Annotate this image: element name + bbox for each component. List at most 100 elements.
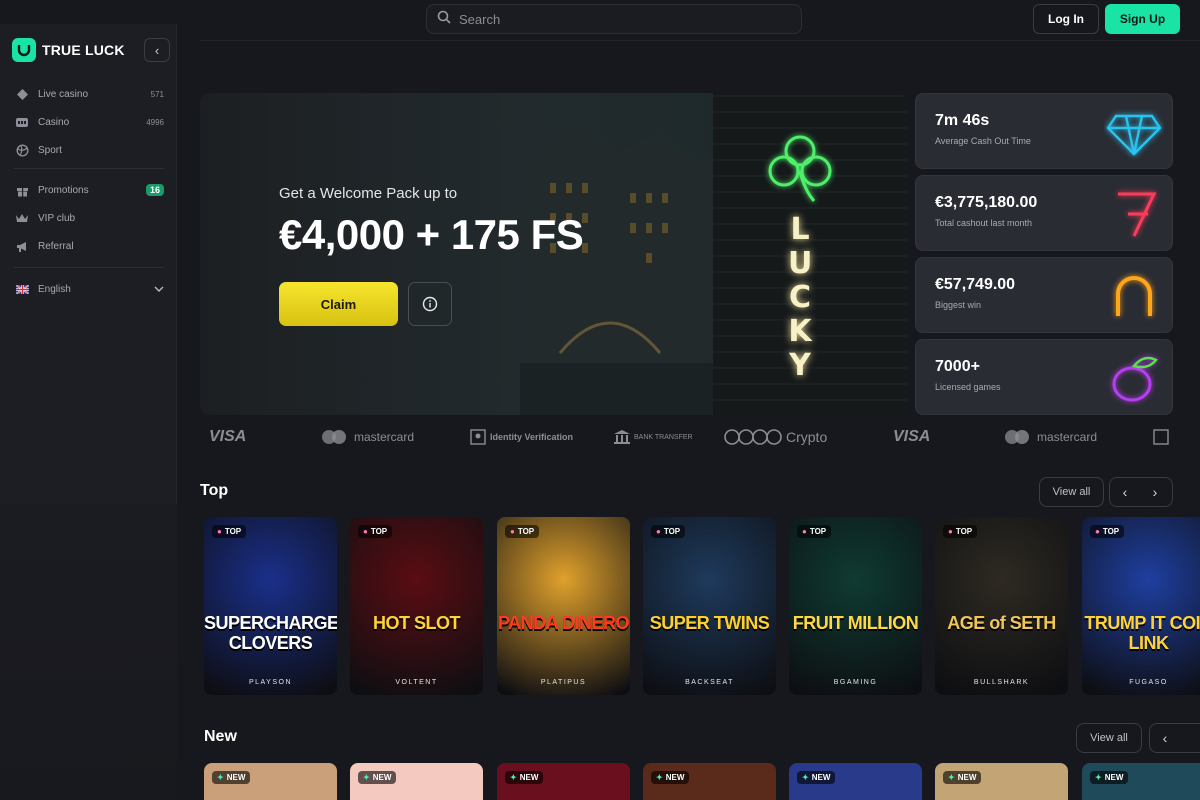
sparkle-icon: ✦ bbox=[217, 773, 224, 782]
seven-icon bbox=[1118, 192, 1157, 237]
flame-icon: ● bbox=[510, 527, 515, 536]
brand-logo[interactable]: TRUE LUCK bbox=[12, 38, 125, 62]
bank-transfer-logo: BANK TRANSFER bbox=[613, 428, 693, 446]
arrow-left-icon[interactable]: ‹ bbox=[1150, 730, 1180, 746]
language-label: English bbox=[38, 283, 71, 295]
sidebar-lower-area bbox=[0, 504, 177, 800]
chevron-left-icon: ‹ bbox=[154, 42, 160, 58]
sidebar-item-count: 571 bbox=[150, 89, 164, 99]
flame-icon: ● bbox=[802, 527, 807, 536]
badge-label: TOP bbox=[224, 527, 242, 536]
sidebar-item-sport[interactable]: Sport bbox=[14, 140, 164, 160]
welcome-banner[interactable]: LUCKY Get a Welcome Pack up to €4,000 + … bbox=[200, 93, 907, 415]
live-casino-icon bbox=[14, 87, 30, 101]
badge-label: NEW bbox=[519, 773, 539, 782]
stat-card-total-cashout: €3,775,180.00 Total cashout last month bbox=[915, 175, 1173, 251]
game-card[interactable]: ● TOP SUPERCHARGED CLOVERS PLAYSON bbox=[204, 517, 337, 695]
badge-label: NEW bbox=[811, 773, 831, 782]
top-badge: ● TOP bbox=[797, 525, 832, 538]
mastercard-label: mastercard bbox=[1037, 430, 1098, 444]
game-card[interactable]: ✦ NEW bbox=[204, 763, 337, 800]
sidebar-item-live-casino[interactable]: Live casino 571 bbox=[14, 84, 164, 104]
game-provider: BULLSHARK bbox=[973, 679, 1030, 686]
sidebar-item-referral[interactable]: Referral bbox=[14, 236, 164, 256]
game-title: FRUIT MILLION bbox=[792, 613, 919, 633]
top-badge: ● TOP bbox=[358, 525, 393, 538]
game-title: SUPER TWINS bbox=[649, 613, 770, 633]
login-button[interactable]: Log In bbox=[1033, 4, 1099, 34]
sidebar-item-promotions[interactable]: Promotions 16 bbox=[14, 180, 164, 200]
game-title: AGE of SETH bbox=[947, 613, 1056, 633]
stat-card-licensed-games: 7000+ Licensed games bbox=[915, 339, 1173, 415]
view-all-new-button[interactable]: View all bbox=[1076, 723, 1142, 753]
flame-icon: ● bbox=[217, 527, 222, 536]
mastercard-logo: mastercard bbox=[320, 428, 414, 446]
game-card[interactable]: ✦ NEW bbox=[935, 763, 1068, 800]
sidebar-item-label: Casino bbox=[38, 116, 70, 128]
game-card[interactable]: ✦ NEW bbox=[350, 763, 483, 800]
game-card[interactable]: ● TOP HOT SLOT VOLTENT bbox=[350, 517, 483, 695]
sidebar-item-label: Referral bbox=[38, 240, 74, 252]
arrow-left-icon[interactable]: ‹ bbox=[1110, 484, 1140, 500]
new-badge: ✦ NEW bbox=[651, 771, 690, 784]
sidebar-item-casino[interactable]: Casino 4996 bbox=[14, 112, 164, 132]
flame-icon: ● bbox=[948, 527, 953, 536]
visa-logo: VISA bbox=[209, 428, 247, 445]
game-card[interactable]: ✦ NEW bbox=[789, 763, 922, 800]
game-card[interactable]: ✦ NEW bbox=[643, 763, 776, 800]
badge-label: TOP bbox=[1102, 527, 1120, 536]
game-card[interactable]: ● TOP TRUMP IT COIN LINK FUGASO bbox=[1082, 517, 1200, 695]
badge-label: NEW bbox=[665, 773, 685, 782]
stat-label: Average Cash Out Time bbox=[935, 136, 1031, 146]
view-all-top-button[interactable]: View all bbox=[1039, 477, 1104, 507]
hero-title: €4,000 + 175 FS bbox=[279, 211, 584, 258]
game-card[interactable]: ✦ NEW bbox=[1082, 763, 1200, 800]
visa-logo: VISA bbox=[893, 428, 931, 445]
sidebar-item-label: Promotions bbox=[38, 184, 89, 196]
horseshoe-logo-icon bbox=[12, 38, 36, 62]
game-provider: BGAMING bbox=[833, 679, 878, 686]
game-provider: FUGASO bbox=[1129, 679, 1168, 686]
game-card[interactable]: ✦ NEW bbox=[497, 763, 630, 800]
game-title: PANDA DINERO bbox=[497, 613, 630, 633]
sparkle-icon: ✦ bbox=[510, 773, 517, 782]
language-selector[interactable]: English bbox=[14, 279, 164, 299]
sidebar-item-vip-club[interactable]: VIP club bbox=[14, 208, 164, 228]
arrow-right-icon[interactable]: › bbox=[1140, 484, 1170, 500]
game-card[interactable]: ● TOP SUPER TWINS BACKSEAT bbox=[643, 517, 776, 695]
top-badge: ● TOP bbox=[1090, 525, 1125, 538]
top-badge: ● TOP bbox=[943, 525, 978, 538]
signup-button[interactable]: Sign Up bbox=[1105, 4, 1180, 34]
sparkle-icon: ✦ bbox=[656, 773, 663, 782]
game-card[interactable]: ● TOP AGE of SETH BULLSHARK bbox=[935, 517, 1068, 695]
ball-icon bbox=[14, 143, 30, 157]
game-provider: VOLTENT bbox=[395, 679, 438, 686]
slot-machine-icon bbox=[14, 115, 30, 129]
top-badge: ● TOP bbox=[212, 525, 247, 538]
new-badge: ✦ NEW bbox=[505, 771, 544, 784]
mastercard-logo: mastercard bbox=[1003, 428, 1097, 446]
badge-label: TOP bbox=[809, 527, 827, 536]
horseshoe-icon bbox=[1116, 276, 1152, 316]
game-provider: PLATIPUS bbox=[540, 679, 587, 686]
new-badge: ✦ NEW bbox=[212, 771, 251, 784]
collapse-sidebar-button[interactable]: ‹ bbox=[144, 38, 170, 62]
badge-label: TOP bbox=[370, 527, 388, 536]
crown-icon bbox=[14, 211, 30, 225]
megaphone-icon bbox=[14, 239, 30, 253]
info-icon bbox=[422, 296, 438, 312]
mastercard-label: mastercard bbox=[354, 430, 415, 444]
diamond-icon bbox=[1106, 114, 1162, 156]
game-title: SUPERCHARGED CLOVERS bbox=[204, 613, 337, 653]
info-button[interactable] bbox=[408, 282, 452, 326]
game-card[interactable]: ● TOP FRUIT MILLION BGAMING bbox=[789, 517, 922, 695]
search-input[interactable] bbox=[459, 11, 759, 27]
chevron-down-icon bbox=[154, 284, 164, 295]
search-bar[interactable] bbox=[426, 4, 802, 34]
new-badge: ✦ NEW bbox=[797, 771, 836, 784]
claim-button[interactable]: Claim bbox=[279, 282, 398, 326]
uk-flag-icon bbox=[14, 282, 30, 296]
section-title-new: New bbox=[204, 728, 237, 745]
plum-icon bbox=[1112, 356, 1158, 402]
game-card[interactable]: ● TOP PANDA DINERO PLATIPUS bbox=[497, 517, 630, 695]
